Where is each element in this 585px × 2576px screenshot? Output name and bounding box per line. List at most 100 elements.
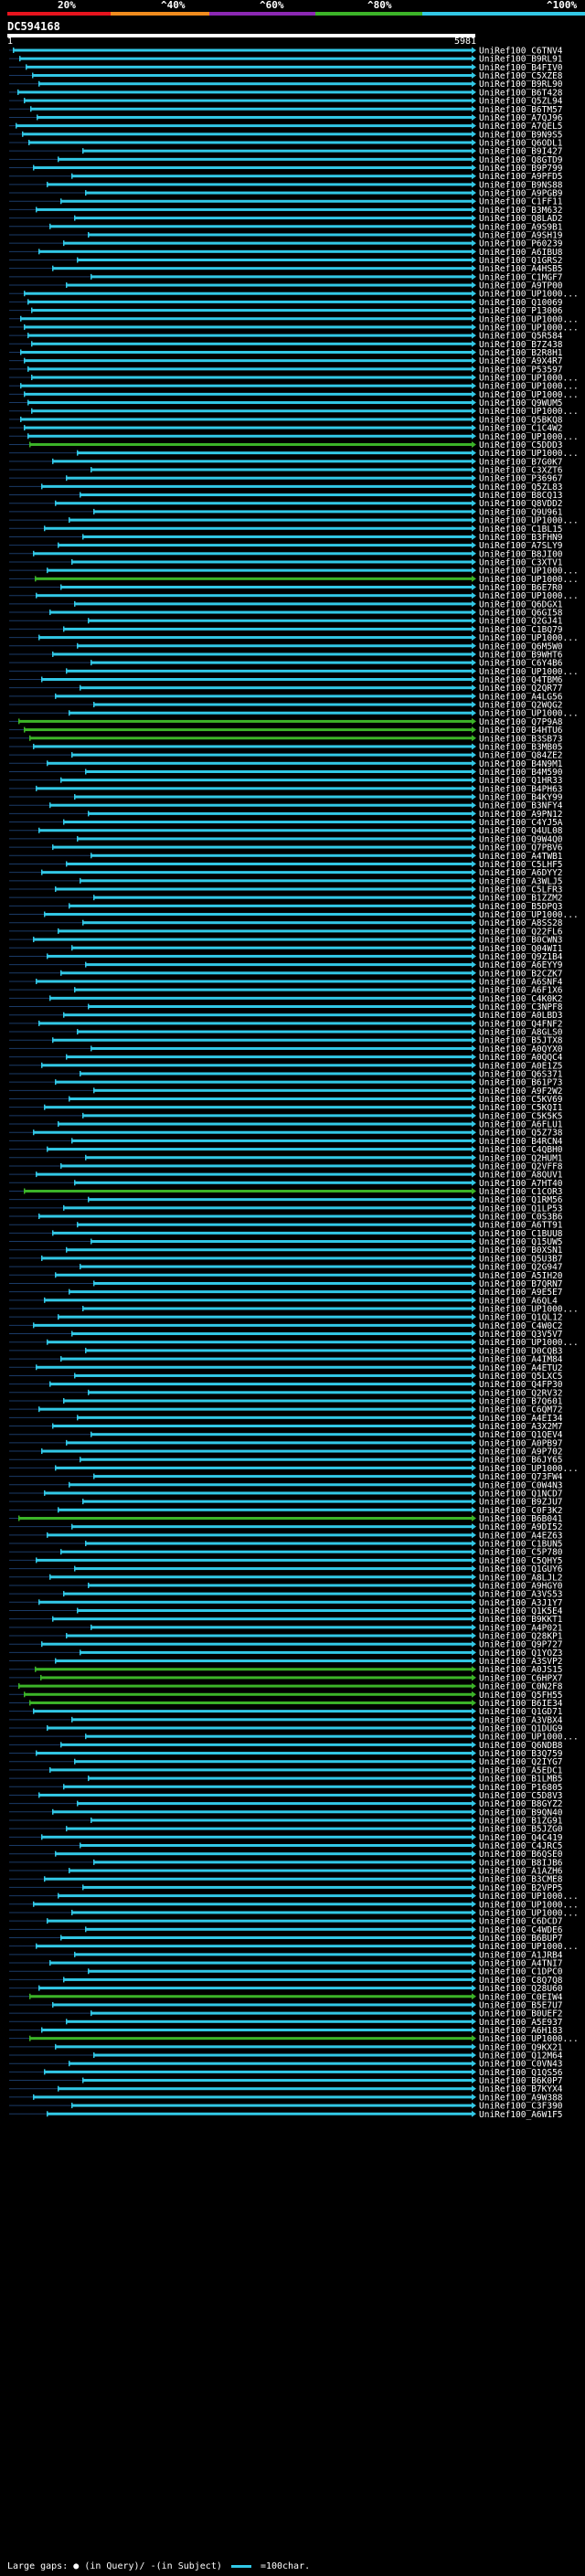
hit-bar[interactable] — [36, 1365, 472, 1369]
hit-bar[interactable] — [80, 1458, 472, 1461]
hit-bar[interactable] — [29, 737, 472, 740]
hit-bar[interactable] — [88, 1391, 472, 1394]
hit-bar[interactable] — [36, 594, 472, 598]
hit-bar[interactable] — [63, 1977, 472, 1981]
hit-bar[interactable] — [66, 1055, 472, 1059]
hit-bar[interactable] — [90, 661, 472, 664]
hit-bar[interactable] — [85, 1349, 472, 1352]
hit-bar[interactable] — [49, 610, 472, 614]
hit-bar[interactable] — [24, 359, 472, 363]
hit-bar[interactable] — [27, 401, 472, 405]
hit-bar[interactable] — [88, 1969, 472, 1973]
hit-bar[interactable] — [44, 1106, 472, 1109]
hit-bar[interactable] — [74, 1760, 472, 1764]
hit-bar[interactable] — [55, 1852, 472, 1856]
hit-bar[interactable] — [85, 1927, 472, 1931]
hit-bar[interactable] — [77, 1223, 472, 1226]
hit-bar[interactable] — [20, 384, 472, 387]
hit-bar[interactable] — [41, 484, 472, 488]
hit-bar[interactable] — [77, 644, 472, 648]
hit-bar[interactable] — [28, 141, 472, 144]
hit-bar[interactable] — [33, 166, 472, 170]
hit-bar[interactable] — [20, 350, 472, 354]
hit-bar[interactable] — [90, 1818, 472, 1822]
hit-bar[interactable] — [63, 821, 472, 824]
hit-bar[interactable] — [93, 510, 472, 514]
hit-bar[interactable] — [58, 1894, 472, 1898]
hit-bar[interactable] — [63, 1785, 472, 1788]
hit-bar[interactable] — [38, 82, 472, 86]
hit-bar[interactable] — [55, 1273, 472, 1277]
hit-bar[interactable] — [66, 283, 472, 287]
hit-bar[interactable] — [47, 1341, 472, 1344]
hit-bar[interactable] — [49, 1383, 472, 1386]
hit-bar[interactable] — [41, 678, 472, 681]
hit-bar[interactable] — [44, 526, 472, 530]
hit-bar[interactable] — [93, 896, 472, 899]
hit-bar[interactable] — [29, 1701, 472, 1704]
hit-bar[interactable] — [41, 871, 472, 875]
hit-bar[interactable] — [55, 1080, 472, 1084]
hit-bar[interactable] — [24, 426, 472, 429]
hit-bar[interactable] — [80, 686, 472, 690]
hit-bar[interactable] — [71, 1525, 472, 1529]
hit-bar[interactable] — [90, 853, 472, 857]
hit-bar[interactable] — [80, 1650, 472, 1654]
hit-bar[interactable] — [49, 1768, 472, 1772]
hit-bar[interactable] — [63, 1592, 472, 1595]
hit-bar[interactable] — [33, 2095, 472, 2099]
hit-bar[interactable] — [80, 1265, 472, 1268]
hit-bar[interactable] — [49, 225, 472, 228]
hit-bar[interactable] — [88, 1198, 472, 1202]
hit-bar[interactable] — [74, 217, 472, 220]
hit-bar[interactable] — [19, 57, 472, 60]
hit-bar[interactable] — [88, 619, 472, 622]
hit-bar[interactable] — [88, 1584, 472, 1587]
hit-bar[interactable] — [20, 317, 472, 321]
hit-bar[interactable] — [33, 1710, 472, 1713]
hit-bar[interactable] — [18, 1517, 472, 1520]
hit-bar[interactable] — [85, 963, 472, 967]
hit-bar[interactable] — [58, 1508, 472, 1511]
hit-bar[interactable] — [24, 292, 472, 295]
hit-bar[interactable] — [71, 946, 472, 949]
hit-bar[interactable] — [90, 1240, 472, 1244]
hit-bar[interactable] — [44, 1299, 472, 1302]
hit-bar[interactable] — [27, 334, 472, 337]
hit-bar[interactable] — [24, 1189, 472, 1193]
hit-bar[interactable] — [63, 241, 472, 245]
hit-bar[interactable] — [85, 1734, 472, 1738]
hit-bar[interactable] — [58, 1315, 472, 1319]
hit-bar[interactable] — [47, 2112, 472, 2115]
hit-bar[interactable] — [31, 309, 472, 313]
hit-bar[interactable] — [71, 1332, 472, 1336]
hit-bar[interactable] — [90, 1626, 472, 1629]
hit-bar[interactable] — [71, 1139, 472, 1142]
hit-bar[interactable] — [52, 1038, 472, 1042]
hit-bar[interactable] — [31, 409, 472, 413]
hit-bar[interactable] — [58, 2087, 472, 2091]
hit-bar[interactable] — [36, 1752, 472, 1755]
hit-bar[interactable] — [31, 376, 472, 379]
hit-bar[interactable] — [52, 1617, 472, 1621]
hit-bar[interactable] — [47, 183, 472, 186]
hit-bar[interactable] — [66, 1634, 472, 1638]
hit-bar[interactable] — [69, 1097, 472, 1100]
hit-bar[interactable] — [71, 1911, 472, 1914]
hit-bar[interactable] — [69, 711, 472, 715]
hit-bar[interactable] — [36, 980, 472, 983]
hit-bar[interactable] — [24, 1692, 472, 1696]
hit-bar[interactable] — [69, 1869, 472, 1872]
hit-bar[interactable] — [31, 342, 472, 345]
hit-bar[interactable] — [93, 2053, 472, 2057]
hit-bar[interactable] — [47, 761, 472, 765]
hit-bar[interactable] — [36, 207, 472, 211]
hit-bar[interactable] — [44, 1877, 472, 1881]
hit-bar[interactable] — [88, 811, 472, 815]
hit-bar[interactable] — [47, 954, 472, 958]
hit-bar[interactable] — [60, 1936, 472, 1939]
hit-bar[interactable] — [60, 1357, 472, 1361]
hit-bar[interactable] — [47, 1726, 472, 1730]
hit-bar[interactable] — [18, 719, 472, 723]
hit-bar[interactable] — [38, 1022, 472, 1025]
